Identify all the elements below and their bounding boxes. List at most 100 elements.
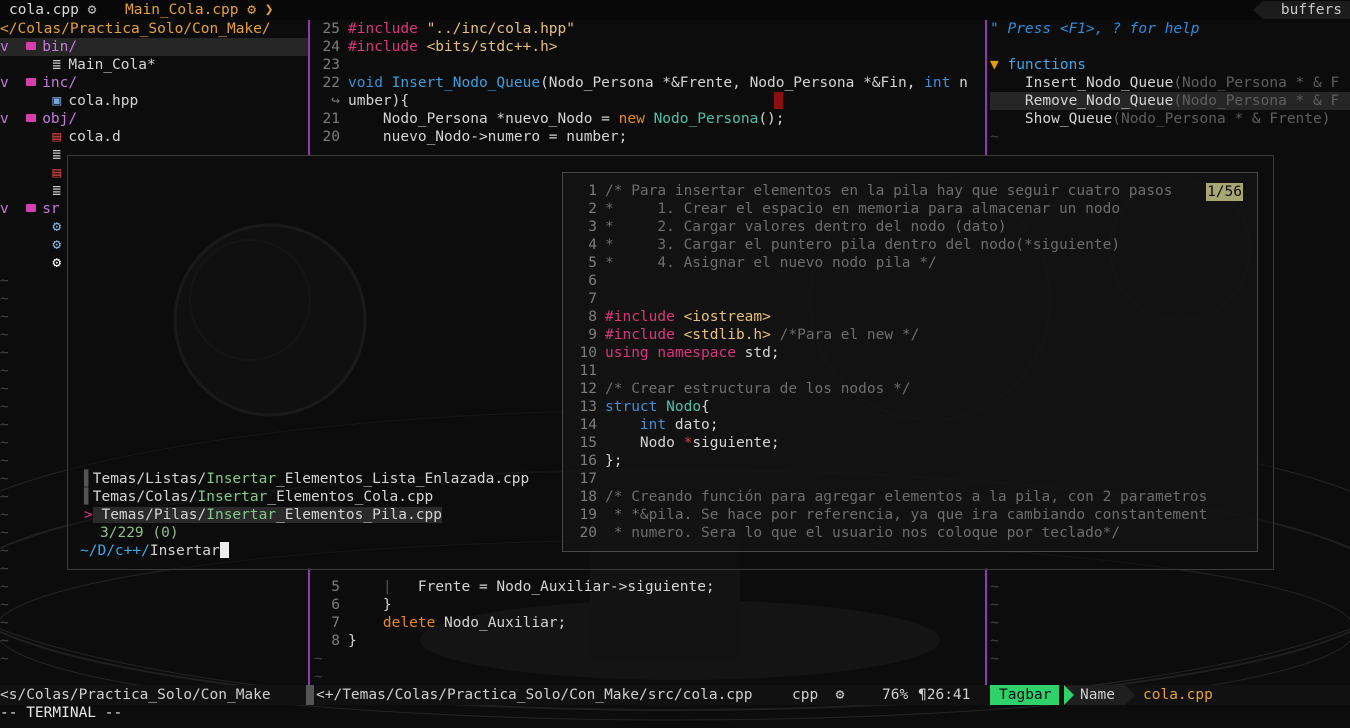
scroll-percent: 76% (882, 687, 909, 703)
tagbar-file-name: cola.cpp (1143, 687, 1213, 703)
gear-icon: ⚙ (52, 255, 62, 271)
preview-line: 3 * 2. Cargar valores dentro del nodo (da… (588, 219, 1007, 235)
tagbar-empty-lines: ~ ~ ~ ~ ~ (990, 579, 999, 667)
triangle-down-icon: ▼ (990, 57, 999, 73)
preview-line: 13 struct Nodo{ (579, 399, 710, 415)
preview-line: 6 (588, 273, 597, 289)
tagbar-item-selected[interactable]: Remove_Nodo_Queue(Nodo_Persona * & F (990, 92, 1350, 110)
tab-separator-icon: ❯ (264, 2, 274, 18)
chevron-down-icon: v (0, 201, 18, 217)
code-line: 6 } (331, 597, 392, 613)
folder-icon (26, 204, 37, 212)
folder-icon (26, 114, 37, 122)
tree-file-cola-hpp[interactable]: ▣ cola.hpp (0, 92, 308, 110)
file-lines-icon: ≣ (52, 183, 62, 199)
text-cursor (219, 542, 229, 558)
preview-line: 9 #include <stdlib.h> /*Para el new */ (588, 327, 920, 343)
tree-dir-bin[interactable]: v bin/ (0, 38, 308, 56)
code-line: 22 void Insert_Nodo_Queue(Nodo_Persona *&… (322, 75, 968, 91)
tree-file-cola-d[interactable]: ▤ cola.d (0, 128, 308, 146)
preview-line: 18/* Creando función para agregar elemen… (579, 489, 1208, 505)
cpp-icon: ⚙ (52, 237, 62, 253)
tagbar-mode-badge: Tagbar (990, 685, 1060, 705)
tab-main-cola-cpp[interactable]: Main_Cola.cpp ⚙ ❯ (125, 1, 273, 19)
preview-line: 2 * 1. Crear el espacio en memoria para a… (588, 201, 1121, 217)
preview-line: 11 (579, 363, 597, 379)
preview-line: 20 * numero. Sera lo que el usuario nos … (579, 525, 1121, 541)
tab-cola-cpp[interactable]: cola.cpp ⚙ (9, 1, 96, 19)
fzf-search-input[interactable]: ~/D/c++/Insertar (80, 542, 229, 560)
preview-line: 4 * 3. Cargar el puntero pila dentro del … (588, 237, 1121, 253)
preview-line: 8 #include <iostream> (588, 309, 771, 325)
fzf-result-row-selected[interactable]: > Temas/Pilas/Insertar_Elementos_Pila.cp… (84, 506, 442, 524)
nerdtree-root-path[interactable]: </Colas/Practica_Solo/Con_Make/ (0, 20, 308, 38)
split-divider (308, 20, 310, 155)
cursor (774, 92, 783, 109)
preview-line: 1/* Para insertar elementos en la pila h… (588, 183, 1173, 199)
folder-icon (26, 42, 37, 50)
preview-line: 15 Nodo *siguiente; (579, 435, 780, 451)
header-file-icon: ▣ (52, 93, 62, 109)
split-divider (985, 20, 987, 155)
fzf-preview-window[interactable]: 1/56 1/* Para insertar elementos en la p… (562, 172, 1258, 552)
chevron-down-icon: v (0, 111, 18, 127)
fzf-match-count: 3/229 (0) (100, 525, 179, 541)
empty-line-marker: ~ (990, 129, 999, 145)
filetype: cpp ⚙ (792, 687, 845, 703)
preview-line: 14 int dato; (579, 417, 719, 433)
code-line: 7 delete Nodo_Auxiliar; (331, 615, 567, 631)
cpp-icon: ⚙ (52, 219, 62, 235)
split-divider (985, 568, 987, 685)
code-line-wrap: ↪ umber){ (314, 92, 984, 110)
cpp-icon: ⚙ (835, 687, 845, 703)
file-lines-icon: ≣ (52, 147, 62, 163)
cursor-position: ¶26:41 (918, 687, 971, 703)
preview-line: 19 * *&pila. Se hace por referencia, ya … (579, 507, 1208, 523)
code-line: 24 #include <bits/stdc++.h> (322, 39, 558, 55)
tagbar-item[interactable]: Insert_Nodo_Queue(Nodo_Persona * & F (990, 74, 1350, 92)
tree-dir-obj[interactable]: v obj/ (0, 110, 308, 128)
fzf-result-row[interactable]: ▌Temas/Listas/Insertar_Elementos_Lista_E… (84, 470, 554, 490)
nerdtree-status-path: <s/Colas/Practica_Solo/Con_Make (0, 687, 271, 703)
preview-line: 10 using namespace std; (579, 345, 780, 361)
dep-file-icon: ▤ (52, 129, 62, 145)
empty-line-marker: ~ (314, 651, 323, 667)
chevron-down-icon: v (0, 39, 18, 55)
code-line: 5 | Frente = Nodo_Auxiliar->siguiente; (331, 579, 715, 595)
status-separator (306, 685, 314, 705)
code-line: 8} (331, 633, 357, 649)
split-divider (308, 568, 310, 685)
tree-file-main-cola[interactable]: ≣ Main_Cola* (0, 56, 308, 74)
tagbar-sort-label: Name (1064, 685, 1135, 705)
code-line: 20 nuevo_Nodo->numero = number; (322, 129, 628, 145)
preview-line: 16}; (579, 453, 623, 469)
empty-line-marker: ~ (314, 669, 323, 683)
file-path: <+/Temas/Colas/Practica_Solo/Con_Make/sr… (316, 687, 753, 703)
statusline: <s/Colas/Practica_Solo/Con_Make <+/Temas… (0, 685, 1350, 705)
tree-dir-inc[interactable]: v inc/ (0, 74, 308, 92)
buffers-indicator: buffers (1252, 1, 1350, 19)
tagbar-help-text: " Press <F1>, ? for help (990, 21, 1200, 37)
code-line: 25 #include "../inc/cola.hpp" (322, 21, 575, 37)
dep-file-icon: ▤ (52, 165, 62, 181)
folder-icon (26, 78, 37, 86)
preview-content: 1/* Para insertar elementos en la pila h… (571, 182, 1241, 542)
cpp-icon: ⚙ (247, 2, 256, 18)
chevron-down-icon: v (0, 75, 18, 91)
file-lines-icon: ≣ (52, 57, 62, 73)
cpp-icon: ⚙ (87, 2, 97, 18)
pointer-icon: > (84, 507, 93, 523)
command-line-mode: -- TERMINAL -- (0, 705, 123, 721)
tagbar-pane[interactable]: " Press <F1>, ? for help ▼ functions Ins… (990, 20, 1350, 155)
editor-pane-bottom[interactable]: 5 | Frente = Nodo_Auxiliar->siguiente; 6… (314, 578, 984, 683)
editor-pane[interactable]: 25 #include "../inc/cola.hpp" 24 #include … (314, 20, 984, 155)
preview-line: 5 * 4. Asignar el nuevo nodo pila */ (588, 255, 937, 271)
preview-line: 12/* Crear estructura de los nodos */ (579, 381, 911, 397)
tabline: cola.cpp ⚙ Main_Cola.cpp ⚙ ❯ buffers (0, 0, 1350, 20)
tagbar-section-functions[interactable]: ▼ functions (990, 56, 1350, 74)
code-line: 23 (322, 57, 340, 73)
code-line: 21 Nodo_Persona *nuevo_Nodo = new Nodo_P… (322, 111, 785, 127)
tagbar-item[interactable]: Show_Queue(Nodo_Persona * & Frente) (990, 110, 1350, 128)
preview-line: 7 (588, 291, 597, 307)
fzf-result-row[interactable]: ▌Temas/Colas/Insertar_Elementos_Cola.cpp (84, 488, 433, 506)
